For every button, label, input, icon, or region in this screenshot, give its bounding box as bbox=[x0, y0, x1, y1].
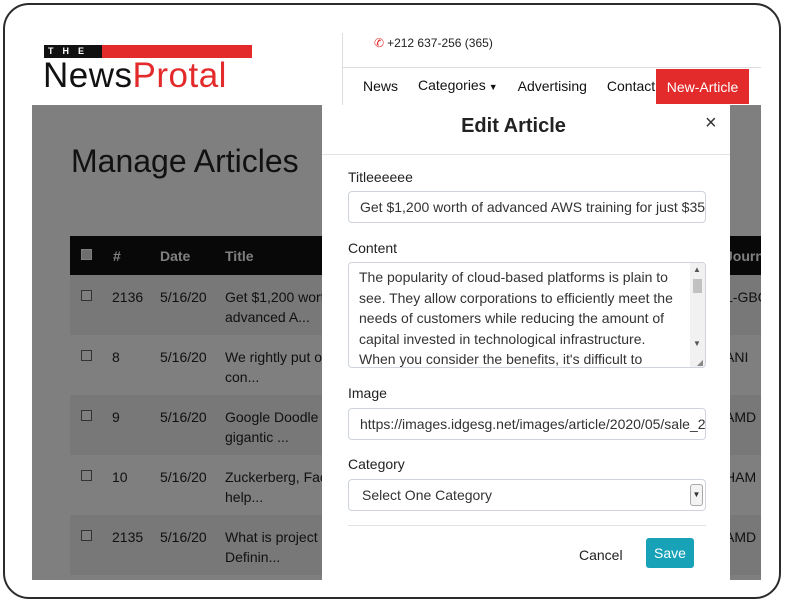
close-icon[interactable]: × bbox=[705, 112, 717, 135]
nav-contact[interactable]: Contact bbox=[597, 68, 665, 105]
site-logo[interactable]: THE NewsProtal bbox=[43, 45, 254, 96]
chevron-down-icon: ▼ bbox=[690, 484, 703, 506]
category-selected: Select One Category bbox=[362, 487, 492, 503]
modal-header-divider bbox=[322, 154, 730, 155]
modal-title: Edit Article bbox=[461, 115, 566, 137]
logo-protal: Protal bbox=[132, 56, 227, 95]
title-label: Titleeeeee bbox=[348, 169, 413, 185]
caret-down-icon: ▼ bbox=[488, 82, 498, 92]
phone-icon: ✆ bbox=[374, 36, 385, 50]
category-label: Category bbox=[348, 456, 405, 472]
content-label: Content bbox=[348, 240, 398, 256]
cancel-button[interactable]: Cancel bbox=[579, 547, 623, 563]
content-text: The popularity of cloud-based platforms … bbox=[359, 269, 673, 367]
scroll-thumb[interactable] bbox=[693, 279, 702, 293]
nav-categories[interactable]: Categories ▼ bbox=[408, 67, 508, 106]
modal-footer-divider bbox=[348, 525, 706, 526]
content-textarea[interactable]: The popularity of cloud-based platforms … bbox=[348, 262, 706, 368]
main-nav: News Categories ▼ Advertising Contact bbox=[342, 68, 665, 105]
new-article-button[interactable]: New-Article bbox=[656, 69, 749, 104]
screen: THE NewsProtal ✆ +212 637-256 (365) News … bbox=[32, 33, 761, 580]
image-label: Image bbox=[348, 385, 387, 401]
tablet-frame: THE NewsProtal ✆ +212 637-256 (365) News … bbox=[3, 3, 781, 599]
category-select[interactable]: Select One Category ▼ bbox=[348, 479, 706, 511]
logo-text: NewsProtal bbox=[43, 56, 227, 96]
title-input[interactable]: Get $1,200 worth of advanced AWS trainin… bbox=[348, 191, 706, 223]
edit-article-modal: Edit Article × Titleeeeee Get $1,200 wor… bbox=[322, 105, 730, 580]
site-header: THE NewsProtal ✆ +212 637-256 (365) News … bbox=[32, 33, 761, 105]
textarea-scrollbar[interactable]: ▲ ▼ bbox=[690, 263, 705, 367]
nav-advertising[interactable]: Advertising bbox=[508, 68, 597, 105]
nav-categories-label: Categories bbox=[418, 77, 486, 93]
nav-news[interactable]: News bbox=[342, 68, 408, 105]
logo-news: News bbox=[43, 56, 133, 95]
save-button[interactable]: Save bbox=[646, 538, 694, 568]
phone-contact: ✆ +212 637-256 (365) bbox=[374, 36, 493, 50]
scroll-up-icon[interactable]: ▲ bbox=[693, 265, 701, 274]
phone-number: +212 637-256 (365) bbox=[387, 36, 493, 50]
resize-handle-icon[interactable]: ◢ bbox=[697, 358, 703, 367]
image-input[interactable]: https://images.idgesg.net/images/article… bbox=[348, 408, 706, 440]
scroll-down-icon[interactable]: ▼ bbox=[693, 339, 701, 348]
